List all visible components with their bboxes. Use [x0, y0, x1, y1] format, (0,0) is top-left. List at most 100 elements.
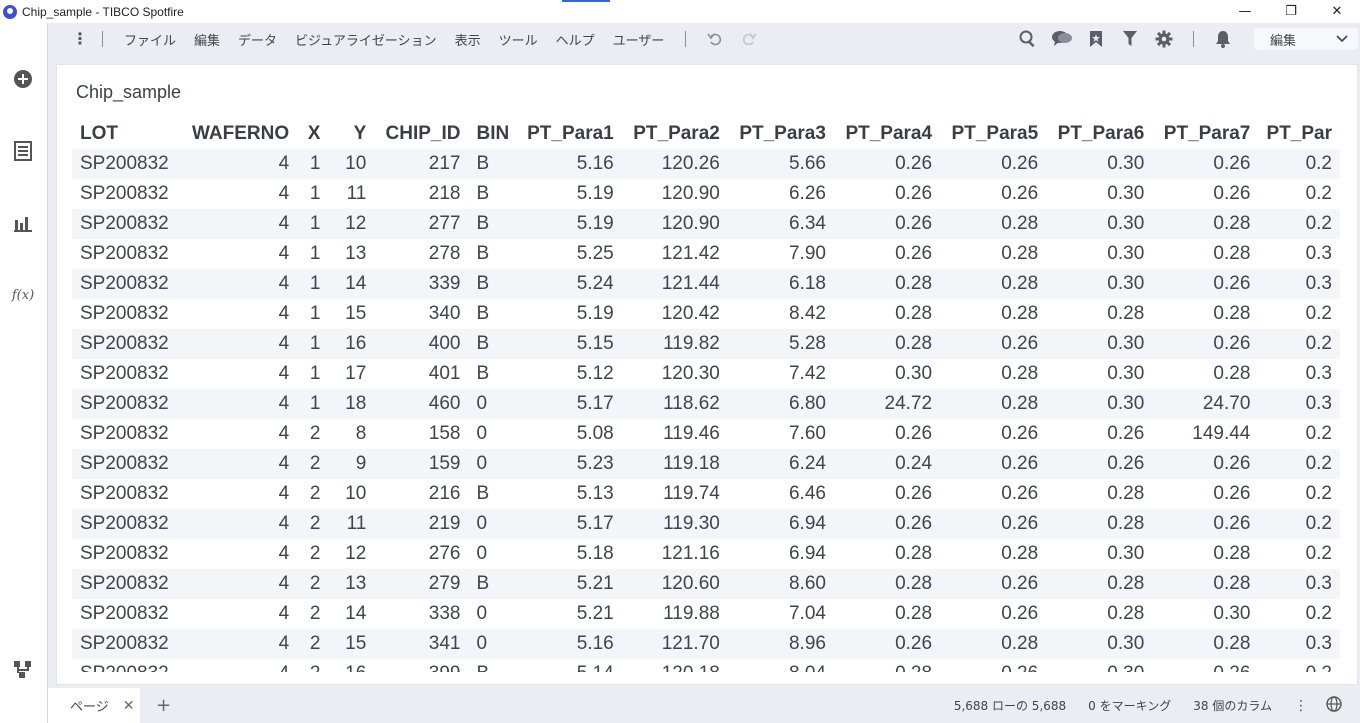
left-rail: f(x) — [0, 23, 47, 723]
menu-data[interactable]: データ — [229, 30, 286, 49]
table-row[interactable]: SP200832 4 2 14 338 0 5.21 119.88 7.04 0.28 0.26 0.… — [72, 599, 1340, 629]
column-header[interactable]: Y — [328, 119, 374, 149]
table-row[interactable]: SP2008324216399B5.14120.188.040.280.260.… — [72, 659, 1340, 672]
column-header[interactable]: WAFERNO — [180, 119, 297, 149]
data-canvas-icon[interactable] — [12, 659, 34, 681]
table-cell: 0.2 — [1258, 149, 1340, 179]
menu-visualization[interactable]: ビジュアライゼーション — [286, 30, 446, 49]
table-row[interactable]: SP200832 4 2 9 159 0 5.23 119.18 6.24 0.24 0.26 0.2… — [72, 449, 1340, 479]
undo-icon[interactable] — [704, 28, 726, 50]
table-cell: 120.60 — [621, 569, 728, 599]
table-row[interactable]: SP200832 4 1 13 278 B 5.25 121.42 7.90 0.26 0.28 0.… — [72, 239, 1340, 269]
edit-mode-select[interactable]: 編集 — [1254, 28, 1358, 50]
table-cell: 1 — [297, 359, 329, 389]
column-header[interactable]: BIN — [468, 119, 517, 149]
settings-gear-icon[interactable] — [1153, 28, 1175, 50]
redo-icon[interactable] — [738, 28, 760, 50]
column-header[interactable]: PT_Para2 — [622, 119, 728, 149]
column-header[interactable]: PT_Para4 — [834, 119, 940, 149]
table-cell: 0.30 — [1046, 659, 1153, 672]
add-page-button[interactable]: + — [156, 695, 171, 716]
visualization-types-icon[interactable] — [12, 212, 34, 234]
minimize-button[interactable]: — — [1222, 0, 1268, 23]
data-table-container[interactable]: LOT WAFERNO X Y CHIP_ID BIN PT_Para1 PT_… — [72, 119, 1340, 672]
table-row[interactable]: SP200832 4 2 13 279 B 5.21 120.60 8.60 0.28 0.26 0.… — [72, 569, 1340, 599]
add-data-icon[interactable] — [12, 68, 34, 90]
menu-tools[interactable]: ツール — [490, 30, 547, 49]
menu-user[interactable]: ユーザー — [604, 30, 674, 49]
table-cell: B — [468, 209, 518, 239]
column-header[interactable]: X — [297, 119, 328, 149]
table-cell: 0.2 — [1258, 509, 1340, 539]
collaboration-icon[interactable] — [1051, 28, 1073, 50]
column-header[interactable]: PT_Para6 — [1046, 119, 1152, 149]
table-cell: 219 — [374, 509, 469, 539]
table-row[interactable]: SP200832 4 2 15 341 0 5.16 121.70 8.96 0.26 0.28 0.… — [72, 629, 1340, 659]
table-cell: 18 — [328, 389, 375, 419]
table-cell: 11 — [328, 509, 375, 539]
status-more-icon[interactable]: ⋮ — [1294, 698, 1308, 714]
globe-icon[interactable] — [1326, 695, 1342, 716]
table-cell: SP200832 — [72, 599, 181, 629]
table-cell: 15 — [328, 299, 375, 329]
column-header[interactable]: PT_Para3 — [728, 119, 834, 149]
menu-file[interactable]: ファイル — [115, 30, 185, 49]
table-row[interactable]: SP200832 4 1 10 217 B 5.16 120.26 5.66 0.26 0.26 0.… — [72, 149, 1340, 179]
table-row[interactable]: SP200832 4 2 12 276 0 5.18 121.16 6.94 0.28 0.28 0.… — [72, 539, 1340, 569]
table-row[interactable]: SP200832 4 1 14 339 B 5.24 121.44 6.18 0.28 0.28 0.… — [72, 269, 1340, 299]
menu-help[interactable]: ヘルプ — [547, 30, 604, 49]
row-count-status[interactable]: 5,688 ローの 5,688 — [954, 697, 1066, 714]
menu-edit[interactable]: 編集 — [185, 30, 229, 49]
visualization-title: Chip_sample — [76, 82, 182, 102]
search-icon[interactable] — [1017, 28, 1039, 50]
table-cell: 218 — [374, 179, 469, 209]
bookmark-icon[interactable] — [1085, 28, 1107, 50]
page-tab[interactable]: ページ ✕ — [48, 688, 140, 723]
table-row[interactable]: SP200832 4 1 17 401 B 5.12 120.30 7.42 0.30 0.28 0.… — [72, 359, 1340, 389]
table-row[interactable]: SP200832 4 1 18 460 0 5.17 118.62 6.80 24.72 0.28 0… — [72, 389, 1340, 419]
table-cell: 8.60 — [727, 569, 834, 599]
table-visualization[interactable]: Chip_sample LOT WAFERNO X Y CHIP_ID BIN … — [56, 64, 1358, 685]
table-cell: 0.3 — [1258, 359, 1340, 389]
table-cell: 0.28 — [1046, 509, 1153, 539]
data-panel-icon[interactable] — [12, 140, 34, 162]
column-header[interactable]: CHIP_ID — [374, 119, 468, 149]
function-icon[interactable]: f(x) — [12, 284, 34, 306]
table-row[interactable]: SP200832 4 1 15 340 B 5.19 120.42 8.42 0.28 0.28 0.… — [72, 299, 1340, 329]
column-count-status[interactable]: 38 個のカラム — [1193, 697, 1272, 714]
close-window-button[interactable]: ✕ — [1314, 0, 1360, 23]
restore-button[interactable]: ❐ — [1268, 0, 1314, 23]
table-row[interactable]: SP200832 4 2 10 216 B 5.13 119.74 6.46 0.26 0.26 0.… — [72, 479, 1340, 509]
table-cell: 0.2 — [1258, 329, 1340, 359]
table-row[interactable]: SP200832 4 1 12 277 B 5.19 120.90 6.34 0.26 0.28 0.… — [72, 209, 1340, 239]
table-cell: 0.30 — [1046, 359, 1153, 389]
table-cell: 277 — [374, 209, 469, 239]
more-options-icon[interactable]: ⋮ — [70, 31, 90, 47]
table-cell: 7.04 — [727, 599, 834, 629]
analysis-canvas: Chip_sample LOT WAFERNO X Y CHIP_ID BIN … — [47, 55, 1360, 688]
table-row[interactable]: SP200832 4 2 8 158 0 5.08 119.46 7.60 0.26 0.26 0.2… — [72, 419, 1340, 449]
table-cell: 0.30 — [1046, 539, 1153, 569]
column-header[interactable]: PT_Para5 — [940, 119, 1046, 149]
table-cell: 0.26 — [940, 659, 1047, 672]
filter-icon[interactable] — [1119, 28, 1141, 50]
table-cell: 0.30 — [1046, 179, 1153, 209]
table-row[interactable]: SP200832 4 2 11 219 0 5.17 119.30 6.94 0.26 0.26 0.… — [72, 509, 1340, 539]
edit-mode-label: 編集 — [1270, 33, 1297, 49]
marking-status[interactable]: 0 をマーキング — [1088, 697, 1171, 714]
column-header[interactable]: PT_Para7 — [1152, 119, 1258, 149]
table-cell: 0.28 — [940, 359, 1047, 389]
table-cell: 0.30 — [1046, 329, 1153, 359]
table-row[interactable]: SP200832 4 1 16 400 B 5.15 119.82 5.28 0.28 0.26 0.… — [72, 329, 1340, 359]
table-row[interactable]: SP200832 4 1 11 218 B 5.19 120.90 6.26 0.26 0.26 0.… — [72, 179, 1340, 209]
column-header[interactable]: PT_Para1 — [517, 119, 622, 149]
table-cell: 0.26 — [1152, 149, 1259, 179]
menu-view[interactable]: 表示 — [446, 30, 490, 49]
table-cell: 0.28 — [940, 299, 1047, 329]
notification-bell-icon[interactable] — [1212, 28, 1234, 50]
table-cell: 0.26 — [1152, 179, 1259, 209]
close-page-icon[interactable]: ✕ — [123, 698, 135, 714]
column-header[interactable]: PT_Par — [1258, 119, 1340, 149]
column-header[interactable]: LOT — [72, 119, 180, 149]
table-cell: 4 — [180, 659, 298, 672]
